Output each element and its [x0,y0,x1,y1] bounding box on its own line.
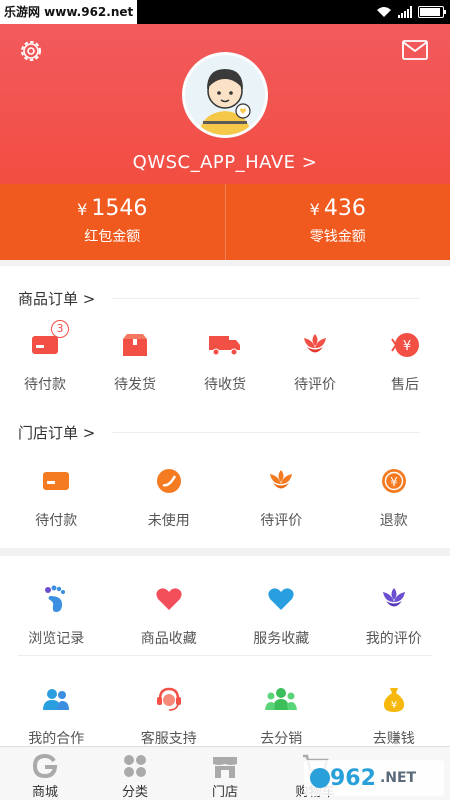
tab-category[interactable]: 分类 [90,747,180,800]
g-logo-icon [32,753,58,779]
goods-pending-receipt[interactable]: 待收货 [180,328,270,394]
goods-orders-title[interactable]: 商品订单 > [18,288,95,309]
status-bar: 乐游网 www.962.net [0,0,450,24]
username[interactable]: QWSC_APP_HAVE > [0,152,450,173]
goods-pending-review[interactable]: 待评价 [270,328,360,394]
wallet-amount: 1546 [91,196,148,221]
card-icon [43,472,70,490]
money-bag-icon: ¥ [383,688,404,712]
watermark-top: 乐游网 www.962.net [0,0,138,24]
flower-icon [270,470,293,489]
package-icon [123,334,147,356]
store-pending-payment[interactable]: 待付款 [0,464,113,530]
store-refund[interactable]: ¥ 退款 [338,464,450,530]
item-label: 服务收藏 [253,631,310,647]
item-label: 待发货 [114,377,156,393]
partners-icon [43,689,70,710]
item-label: 待付款 [24,377,66,393]
item-label: 未使用 [147,513,190,529]
divider [112,432,420,433]
item-label: 我的合作 [28,731,85,747]
pending-payment-badge: 3 [51,320,69,338]
goods-after-sale[interactable]: ¥ 售后 [360,328,450,394]
go-distribution[interactable]: 去分销 [225,682,338,748]
svg-text:¥: ¥ [403,339,411,354]
item-label: 我的评价 [365,631,422,647]
change-balance[interactable]: ¥436 零钱金额 [224,184,450,260]
item-label: 待收货 [204,377,246,393]
svg-text:¥: ¥ [390,475,398,489]
message-mail-icon[interactable] [402,40,428,60]
avatar-boy-icon [185,55,265,135]
goods-pending-payment[interactable]: 3 待付款 [0,320,90,394]
goods-orders-row: 3 待付款 待发货 待收货 待评价 ¥ 售后 [0,320,450,394]
watermark-bottom: 962 .NET [304,760,444,796]
signal-icon [398,6,412,18]
tab-store[interactable]: 门店 [180,747,270,800]
wifi-icon [377,7,391,17]
item-label: 浏览记录 [28,631,85,647]
profile-header: QWSC_APP_HAVE > ¥1546 红包金额 ¥436 零钱金额 [0,24,450,260]
service-favorites[interactable]: 服务收藏 [225,582,338,648]
yen-coin-icon: ¥ [381,469,406,493]
store-orders-row: 待付款 未使用 待评价 ¥ 退款 [0,464,450,530]
battery-icon [418,6,446,18]
goods-favorites[interactable]: 商品收藏 [113,582,226,648]
settings-gear-icon[interactable] [18,38,44,64]
watermark-logo-icon [310,768,330,788]
my-cooperation[interactable]: 我的合作 [0,682,113,748]
heart-icon [268,588,294,610]
currency-symbol: ¥ [309,200,320,219]
store-pending-review[interactable]: 待评价 [225,464,338,530]
footprint-icon [45,585,66,612]
tab-label: 门店 [211,785,238,800]
orders-card: 商品订单 > 3 待付款 待发货 待收货 待评价 ¥ 售后 门店订单 > 待付款… [0,266,450,548]
truck-icon [209,336,240,356]
watermark-tld: .NET [379,770,417,786]
item-label: 待评价 [294,377,336,393]
goods-pending-shipment[interactable]: 待发货 [90,328,180,394]
tab-label: 商城 [31,785,58,800]
heart-icon [156,588,182,610]
customer-support[interactable]: 客服支持 [113,682,226,748]
wallet-label: 红包金额 [84,229,141,245]
item-label: 待评价 [260,513,303,529]
flower-icon [382,588,405,607]
services-card: 浏览记录 商品收藏 服务收藏 我的评价 我的合作 客服支持 去分销 ¥ 去赚钱 [0,556,450,748]
store-icon [213,757,237,778]
item-label: 客服支持 [140,731,197,747]
divider [18,655,432,656]
wallet-bar: ¥1546 红包金额 ¥436 零钱金额 [0,184,450,260]
services-row-1: 浏览记录 商品收藏 服务收藏 我的评价 [0,582,450,648]
go-earn-money[interactable]: ¥ 去赚钱 [338,682,450,748]
store-orders-title[interactable]: 门店订单 > [18,422,95,443]
item-label: 待付款 [35,513,78,529]
tab-mall[interactable]: 商城 [0,747,90,800]
grid-icon [124,755,146,777]
item-label: 商品收藏 [140,631,197,647]
ticket-icon [156,469,181,493]
wallet-amount: 436 [323,196,366,221]
tab-label: 分类 [121,785,148,800]
divider [112,298,420,299]
red-packet-balance[interactable]: ¥1546 红包金额 [0,184,225,260]
store-unused[interactable]: 未使用 [113,464,226,530]
browse-history[interactable]: 浏览记录 [0,582,113,648]
flower-icon [304,334,326,353]
refund-coin-icon: ¥ [391,333,419,357]
currency-symbol: ¥ [77,200,88,219]
headset-icon [156,687,181,711]
item-label: 去分销 [260,731,303,747]
my-reviews[interactable]: 我的评价 [338,582,450,648]
item-label: 去赚钱 [372,731,415,747]
item-label: 售后 [391,377,419,393]
item-label: 退款 [379,513,408,529]
group-icon [265,688,298,710]
wallet-label: 零钱金额 [309,229,366,245]
svg-text:¥: ¥ [391,700,397,711]
watermark-number: 962 [330,765,376,791]
avatar[interactable] [182,52,268,138]
services-row-2: 我的合作 客服支持 去分销 ¥ 去赚钱 [0,682,450,748]
